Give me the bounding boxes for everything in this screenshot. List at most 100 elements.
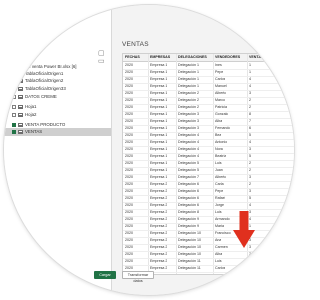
table-cell: 2 bbox=[249, 98, 251, 102]
table-cell: Empresa 1 bbox=[150, 91, 168, 95]
table-cell: Pepe bbox=[215, 70, 224, 74]
nav-item[interactable]: Hoja1 bbox=[4, 103, 111, 111]
column-header[interactable]: VENDEDORES bbox=[215, 54, 240, 61]
table-cell: Empresa 1 bbox=[150, 161, 168, 165]
navigator-pane: ▢ ▭ ...ún de venta Power BI.xlsx [6] Tabl… bbox=[4, 5, 112, 295]
nav-item-label: TablaOficialOrigen2 bbox=[25, 78, 64, 83]
table-cell: Marco bbox=[215, 98, 225, 102]
table-cell: Rafael bbox=[215, 196, 226, 200]
table-cell: 2020 bbox=[125, 161, 133, 165]
table-cell: Carlos bbox=[215, 266, 226, 270]
preview-table: FECHAS EMPRESAS DELEGACIONES VENDEDORES VENT… bbox=[122, 53, 294, 275]
column-header[interactable]: FECHAS bbox=[125, 54, 140, 61]
nav-item[interactable]: DATOS CREME bbox=[4, 93, 111, 101]
checkbox-icon[interactable] bbox=[12, 113, 16, 117]
table-cell: Ines bbox=[215, 63, 222, 67]
nav-item[interactable]: VENTAS bbox=[4, 128, 111, 136]
table-cell: Delegación 4 bbox=[178, 154, 199, 158]
checkbox-icon[interactable] bbox=[12, 95, 16, 99]
table-cell: 2020 bbox=[125, 105, 133, 109]
preview-title: VENTAS bbox=[122, 41, 149, 48]
transform-data-button[interactable]: Transformar datos bbox=[122, 271, 154, 283]
table-icon bbox=[18, 123, 23, 127]
table-cell: Empresa 2 bbox=[150, 231, 168, 235]
table-cell: Delegación 2 bbox=[178, 98, 199, 102]
table-cell: 2 bbox=[249, 259, 251, 263]
table-cell: 2020 bbox=[125, 189, 133, 193]
load-button[interactable]: Cargar bbox=[94, 271, 116, 279]
table-cell: Empresa 1 bbox=[150, 175, 168, 179]
table-cell: Delegación 11 bbox=[178, 259, 201, 263]
table-cell: 2020 bbox=[125, 70, 133, 74]
table-cell: Empresa 2 bbox=[150, 203, 168, 207]
table-cell: 2 bbox=[249, 266, 251, 270]
table-cell: 2020 bbox=[125, 217, 133, 221]
table-cell: Delegación 1 bbox=[178, 77, 199, 81]
table-cell: Carmen bbox=[215, 245, 228, 249]
table-cell: 7 bbox=[249, 119, 251, 123]
table-cell: 3 bbox=[249, 175, 251, 179]
table-cell: Alberto bbox=[215, 91, 227, 95]
table-cell: Alberto bbox=[215, 175, 227, 179]
table-cell: Empresa 2 bbox=[150, 210, 168, 214]
table-cell: Fernando bbox=[215, 126, 231, 130]
table-cell: Delegación 4 bbox=[178, 147, 199, 151]
table-cell: Nora bbox=[215, 147, 223, 151]
table-cell: Carla bbox=[215, 182, 224, 186]
table-cell: Ana bbox=[215, 238, 222, 242]
checkbox-icon[interactable] bbox=[12, 105, 16, 109]
new-page-icon[interactable]: ▢ bbox=[98, 50, 105, 57]
table-cell: 8 bbox=[249, 112, 251, 116]
table-cell: 2 bbox=[249, 161, 251, 165]
table-cell: Delegación 6 bbox=[178, 189, 199, 193]
table-cell: Empresa 1 bbox=[150, 105, 168, 109]
table-cell: 2020 bbox=[125, 63, 133, 67]
table-cell: 2020 bbox=[125, 196, 133, 200]
table-cell: Empresa 1 bbox=[150, 63, 168, 67]
navigator-window: ▢ ▭ ...ún de venta Power BI.xlsx [6] Tabl… bbox=[4, 5, 294, 295]
checkbox-icon[interactable] bbox=[12, 130, 16, 134]
table-cell: Alba bbox=[215, 252, 223, 256]
table-cell: Delegación 2 bbox=[178, 91, 199, 95]
nav-item[interactable]: TablaOficialOrigen2 bbox=[4, 77, 111, 85]
table-cell: 2020 bbox=[125, 98, 133, 102]
nav-item[interactable]: Hoja2 bbox=[4, 111, 111, 119]
table-cell: 2 bbox=[249, 105, 251, 109]
column-header[interactable]: VENTAS bbox=[249, 54, 263, 61]
table-cell: Delegación 7 bbox=[178, 175, 199, 179]
table-cell: Armando bbox=[215, 217, 230, 221]
table-cell: 4 bbox=[249, 140, 251, 144]
table-cell: 6 bbox=[249, 126, 251, 130]
table-cell: 2020 bbox=[125, 154, 133, 158]
table-cell: Delegación 3 bbox=[178, 119, 199, 123]
table-cell: 2020 bbox=[125, 210, 133, 214]
column-header[interactable]: DELEGACIONES bbox=[178, 54, 207, 61]
table-cell: 4 bbox=[249, 77, 251, 81]
table-cell: Delegación 5 bbox=[178, 161, 199, 165]
table-cell: 5 bbox=[249, 154, 251, 158]
table-cell: Delegación 10 bbox=[178, 252, 201, 256]
nav-item-label: VENTAS bbox=[25, 129, 43, 134]
table-cell: Delegación 4 bbox=[178, 140, 199, 144]
checkbox-icon[interactable] bbox=[12, 72, 16, 76]
table-cell: Alba bbox=[215, 119, 223, 123]
table-cell: Manuel bbox=[215, 84, 227, 88]
table-cell: 2020 bbox=[125, 168, 133, 172]
table-cell: Pepe bbox=[215, 189, 224, 193]
table-cell: Delegación 4 bbox=[178, 133, 199, 137]
nav-item[interactable]: TablaOficialOrigen33 bbox=[4, 85, 111, 93]
table-icon bbox=[18, 87, 23, 91]
column-header[interactable]: EMPRESAS bbox=[150, 54, 170, 61]
table-cell: 2020 bbox=[125, 231, 133, 235]
table-cell: Gonzalo bbox=[215, 112, 229, 116]
table-cell: Empresa 1 bbox=[150, 98, 168, 102]
nav-item-label: Hoja2 bbox=[25, 112, 37, 117]
table-cell: Delegación 1 bbox=[178, 84, 199, 88]
checkbox-icon[interactable] bbox=[12, 79, 16, 83]
table-cell: Empresa 1 bbox=[150, 70, 168, 74]
table-cell: 3 bbox=[249, 189, 251, 193]
table-cell: Delegación 3 bbox=[178, 112, 199, 116]
table-cell: 2020 bbox=[125, 245, 133, 249]
checkbox-icon[interactable] bbox=[12, 87, 16, 91]
checkbox-icon[interactable] bbox=[12, 123, 16, 127]
